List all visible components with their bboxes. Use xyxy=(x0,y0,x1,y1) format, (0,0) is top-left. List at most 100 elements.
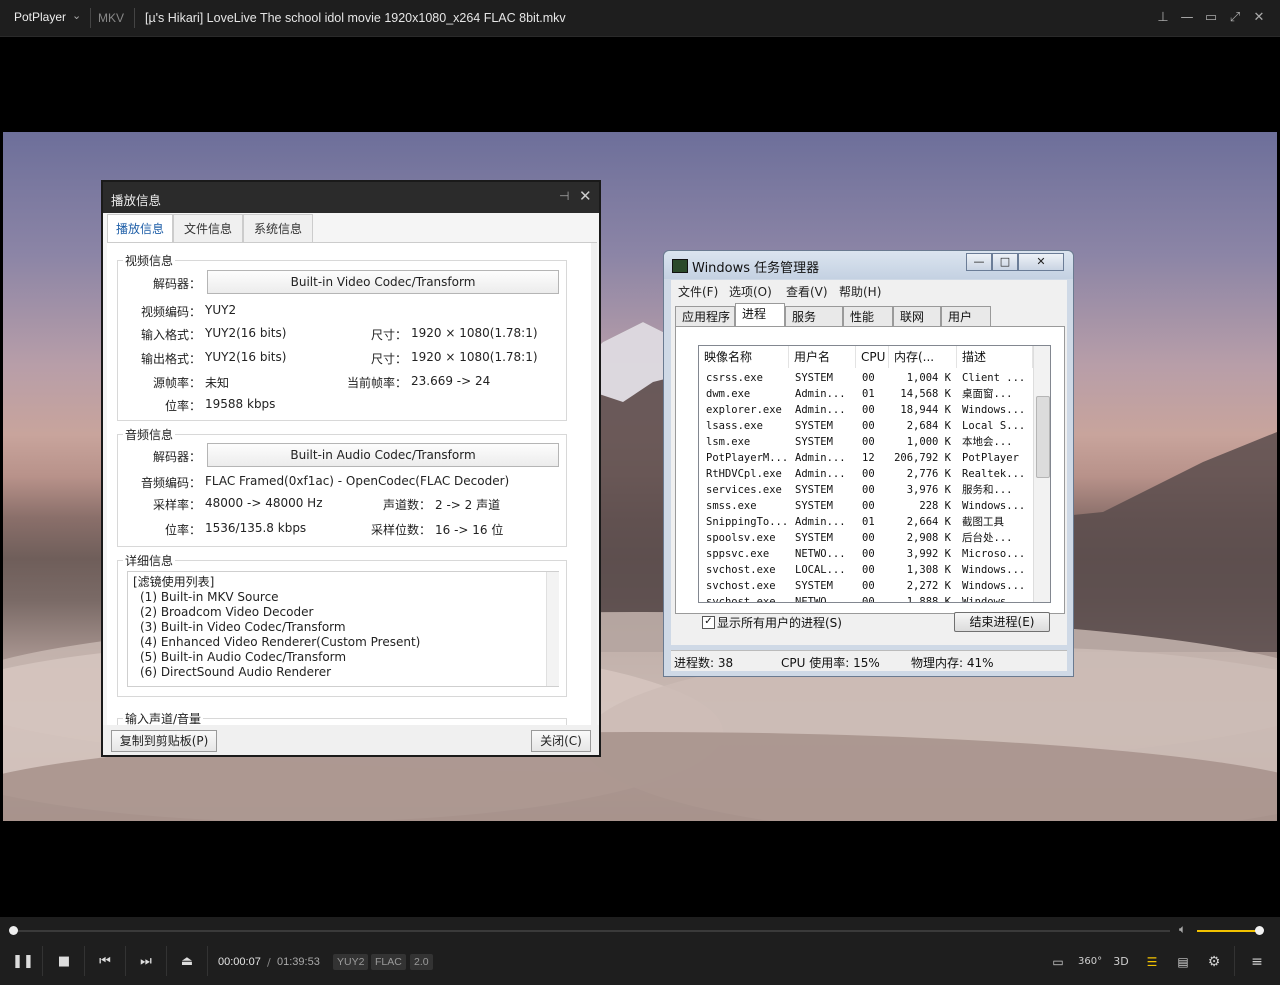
menu-options[interactable]: 选项(O) xyxy=(729,283,772,300)
divider xyxy=(134,8,135,28)
360-icon[interactable]: 360° xyxy=(1078,951,1102,973)
menu-icon[interactable]: ≡ xyxy=(1245,951,1269,973)
table-row[interactable]: services.exe SYSTEM 00 3,976 K 服务和... xyxy=(699,482,1030,498)
table-cell: Client ... xyxy=(962,372,1026,384)
tab-file-info[interactable]: 文件信息 xyxy=(173,214,243,242)
table-row[interactable]: sppsvc.exe NETWO... 00 3,992 K Microso... xyxy=(699,546,1030,562)
chevron-down-icon[interactable]: ⌄ xyxy=(72,9,81,22)
table-row[interactable]: explorer.exe Admin... 00 18,944 K Windows... xyxy=(699,402,1030,418)
info-scrollbar[interactable] xyxy=(591,243,597,726)
process-rows: csrss.exe SYSTEM 00 1,004 K Client ... dwm.ex… xyxy=(699,370,1033,602)
close-icon[interactable]: ✕ xyxy=(579,187,592,205)
volume-icon[interactable]: 🔈︎ xyxy=(1179,922,1186,937)
table-row[interactable]: dwm.exe Admin... 01 14,568 K 桌面窗... xyxy=(699,386,1030,402)
tab-users[interactable]: 用户 xyxy=(941,306,991,326)
app-menu-button[interactable]: PotPlayer xyxy=(14,10,66,24)
tab-applications[interactable]: 应用程序 xyxy=(675,306,735,326)
table-cell: Admin... xyxy=(795,388,846,400)
table-row[interactable]: SnippingTo... Admin... 01 2,664 K 截图工具 xyxy=(699,514,1030,530)
next-icon[interactable]: ⏭︎ xyxy=(131,951,161,973)
total-time: 01:39:53 xyxy=(277,956,320,968)
table-row[interactable]: RtHDVCpl.exe Admin... 00 2,776 K Realtek... xyxy=(699,466,1030,482)
close-icon[interactable]: ✕ xyxy=(1018,253,1064,271)
maximize-icon[interactable]: ▭ xyxy=(1201,8,1221,28)
table-cell: services.exe xyxy=(706,484,782,496)
playlist-search-icon[interactable]: ☰ xyxy=(1140,951,1164,973)
pause-icon[interactable]: ❚❚ xyxy=(8,951,38,973)
table-cell: NETWO... xyxy=(795,548,846,560)
detail-textbox[interactable]: [滤镜使用列表] (1) Built-in MKV Source (2) Bro… xyxy=(127,571,559,687)
menu-help[interactable]: 帮助(H) xyxy=(839,283,881,300)
detail-scrollbar[interactable] xyxy=(546,572,559,686)
table-cell: RtHDVCpl.exe xyxy=(706,468,782,480)
eject-icon[interactable]: ⏏︎ xyxy=(172,951,202,973)
settings-icon[interactable]: ⚙ xyxy=(1202,951,1226,973)
video-group-title: 视频信息 xyxy=(123,252,176,269)
column-memory[interactable]: 内存(... xyxy=(889,346,957,368)
menu-file[interactable]: 文件(F) xyxy=(678,283,718,300)
tab-system-info[interactable]: 系统信息 xyxy=(243,214,313,242)
table-row[interactable]: svchost.exe SYSTEM 00 2,272 K Windows... xyxy=(699,578,1030,594)
table-cell: NETWO... xyxy=(795,596,846,602)
table-row[interactable]: lsass.exe SYSTEM 00 2,684 K Local S... xyxy=(699,418,1030,434)
video-decoder-button[interactable]: Built-in Video Codec/Transform xyxy=(207,270,559,294)
table-cell: sppsvc.exe xyxy=(706,548,770,560)
tab-processes[interactable]: 进程 xyxy=(735,303,785,327)
task-manager-icon xyxy=(672,259,688,273)
end-process-button[interactable]: 结束进程(E) xyxy=(954,612,1050,632)
table-cell: 206,792 K xyxy=(894,452,951,464)
seek-handle[interactable] xyxy=(9,926,19,935)
table-cell: lsm.exe xyxy=(706,436,751,448)
table-row[interactable]: svchost.exe NETWO... 00 1,888 K Windows... xyxy=(699,594,1030,602)
previous-icon[interactable]: ⏮︎ xyxy=(90,951,120,973)
3d-icon[interactable]: 3D xyxy=(1109,951,1133,973)
table-row[interactable]: spoolsv.exe SYSTEM 00 2,908 K 后台处... xyxy=(699,530,1030,546)
table-row[interactable]: svchost.exe LOCAL... 00 1,308 K Windows... xyxy=(699,562,1030,578)
audio-decoder-label: 解码器： xyxy=(152,450,201,464)
minimize-icon[interactable]: — xyxy=(1177,8,1197,28)
copy-to-clipboard-button[interactable]: 复制到剪贴板(P) xyxy=(111,730,217,752)
maximize-icon[interactable]: □ xyxy=(992,253,1018,271)
table-cell: 服务和... xyxy=(962,484,1013,496)
table-row[interactable]: csrss.exe SYSTEM 00 1,004 K Client ... xyxy=(699,370,1030,386)
close-button[interactable]: 关闭(C) xyxy=(531,730,591,752)
process-list[interactable]: 映像名称 用户名 CPU 内存(... 描述 csrss.exe SYSTEM 00… xyxy=(698,345,1051,603)
output-format-value: YUY2(16 bits) xyxy=(205,350,287,364)
minimize-icon[interactable]: — xyxy=(966,253,992,271)
close-icon[interactable]: ✕ xyxy=(1249,8,1269,28)
table-row[interactable]: smss.exe SYSTEM 00 228 K Windows... xyxy=(699,498,1030,514)
tab-networking[interactable]: 联网 xyxy=(893,306,941,326)
fullscreen-icon[interactable]: ⤢ xyxy=(1225,8,1245,28)
table-cell: spoolsv.exe xyxy=(706,532,776,544)
pin-icon[interactable]: ⊥ xyxy=(1153,8,1173,28)
tab-performance[interactable]: 性能 xyxy=(843,306,893,326)
table-cell: 00 xyxy=(862,436,875,448)
divider xyxy=(84,946,85,976)
table-cell: PotPlayer xyxy=(962,452,1019,464)
column-image-name[interactable]: 映像名称 xyxy=(699,346,789,368)
seek-bar[interactable] xyxy=(12,930,1170,932)
stop-icon[interactable]: ■ xyxy=(49,951,79,973)
column-cpu[interactable]: CPU xyxy=(856,346,889,368)
tab-playback-info[interactable]: 播放信息 xyxy=(107,214,173,242)
column-description[interactable]: 描述 xyxy=(957,346,1033,368)
menu-view[interactable]: 查看(V) xyxy=(786,283,828,300)
bit-depth-label: 采样位数： xyxy=(370,523,431,537)
tab-services[interactable]: 服务 xyxy=(785,306,843,326)
table-row[interactable]: lsm.exe SYSTEM 00 1,000 K 本地会... xyxy=(699,434,1030,450)
process-list-scrollbar[interactable] xyxy=(1033,346,1050,602)
volume-handle[interactable] xyxy=(1255,926,1265,935)
table-row[interactable]: PotPlayerM... Admin... 12 206,792 K PotPlaye… xyxy=(699,450,1030,466)
memory-usage: 物理内存: 41% xyxy=(911,656,994,670)
table-cell: SYSTEM xyxy=(795,436,833,448)
scrollbar-thumb[interactable] xyxy=(1036,396,1050,478)
video-decoder-label: 解码器： xyxy=(152,277,201,291)
audio-decoder-button[interactable]: Built-in Audio Codec/Transform xyxy=(207,443,559,467)
pin-icon[interactable]: ⊣ xyxy=(559,189,569,203)
current-fps-label: 当前帧率： xyxy=(346,376,407,390)
cast-icon[interactable]: ▭ xyxy=(1046,951,1070,973)
show-all-users-checkbox[interactable]: ✓ xyxy=(702,616,715,629)
column-user-name[interactable]: 用户名 xyxy=(789,346,856,368)
subtitle-icon[interactable]: ▤ xyxy=(1171,951,1195,973)
dialog-title: 播放信息 xyxy=(111,193,162,208)
